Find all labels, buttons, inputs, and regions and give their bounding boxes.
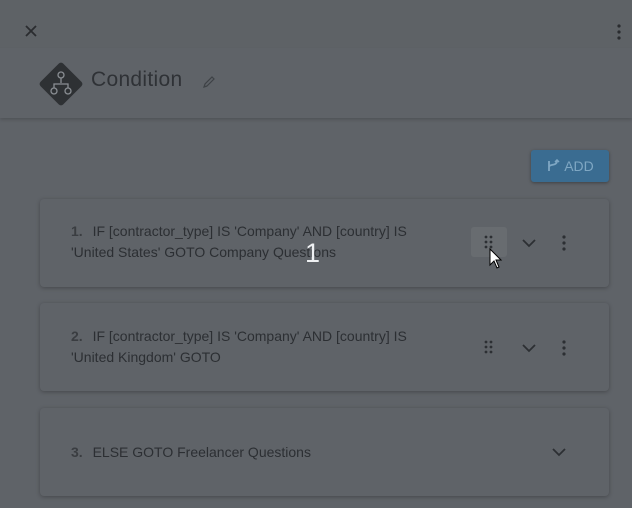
more-vert-icon: [562, 235, 566, 251]
close-button[interactable]: [22, 22, 42, 42]
chevron-down-icon: [552, 448, 566, 457]
more-vert-icon: [617, 24, 621, 40]
mouse-cursor-icon: [489, 247, 503, 269]
edit-pencil-icon: [203, 76, 215, 88]
condition-more-button[interactable]: [554, 233, 574, 253]
expand-button[interactable]: [549, 442, 569, 462]
more-vert-icon: [562, 340, 566, 356]
condition-logo: [34, 57, 88, 111]
condition-line-2: 'United States' GOTO Company Questions: [71, 244, 336, 260]
condition-logo-icon: [39, 62, 83, 106]
condition-card-2[interactable]: 2. IF [contractor_type] IS 'Company' AND…: [40, 303, 609, 391]
condition-number: 2.: [71, 328, 83, 344]
condition-line-2: 'United Kingdom' GOTO: [71, 349, 221, 365]
chevron-down-icon: [522, 344, 536, 353]
drag-handle-icon: [484, 340, 493, 354]
close-icon: [25, 25, 37, 37]
expand-button[interactable]: [519, 338, 539, 358]
drag-handle-icon: [484, 235, 493, 249]
condition-line-1: IF [contractor_type] IS 'Company' AND [c…: [92, 328, 407, 344]
condition-number: 3.: [71, 444, 83, 460]
condition-card-3[interactable]: 3. ELSE GOTO Freelancer Questions: [40, 408, 609, 496]
condition-text-2: 2. IF [contractor_type] IS 'Company' AND…: [71, 326, 407, 368]
add-button-label: ADD: [564, 158, 594, 174]
condition-card-1[interactable]: 1. IF [contractor_type] IS 'Company' AND…: [40, 199, 609, 287]
drag-handle[interactable]: [471, 332, 507, 362]
edit-title-button[interactable]: [201, 74, 217, 90]
condition-line-1: IF [contractor_type] IS 'Company' AND [c…: [92, 223, 407, 239]
chevron-down-icon: [522, 239, 536, 248]
fork-icon: [548, 159, 560, 171]
step-number-overlay: 1: [305, 238, 321, 268]
condition-more-button[interactable]: [554, 338, 574, 358]
expand-button[interactable]: [519, 233, 539, 253]
more-options-button[interactable]: [610, 22, 630, 42]
condition-line-1: ELSE GOTO Freelancer Questions: [92, 444, 311, 460]
add-condition-button[interactable]: ADD: [531, 150, 609, 182]
dialog-title: Condition: [91, 68, 183, 91]
condition-text-1: 1. IF [contractor_type] IS 'Company' AND…: [71, 221, 407, 263]
mouse-cursor: [489, 247, 503, 270]
condition-number: 1.: [71, 223, 83, 239]
condition-text-3: 3. ELSE GOTO Freelancer Questions: [71, 442, 311, 463]
